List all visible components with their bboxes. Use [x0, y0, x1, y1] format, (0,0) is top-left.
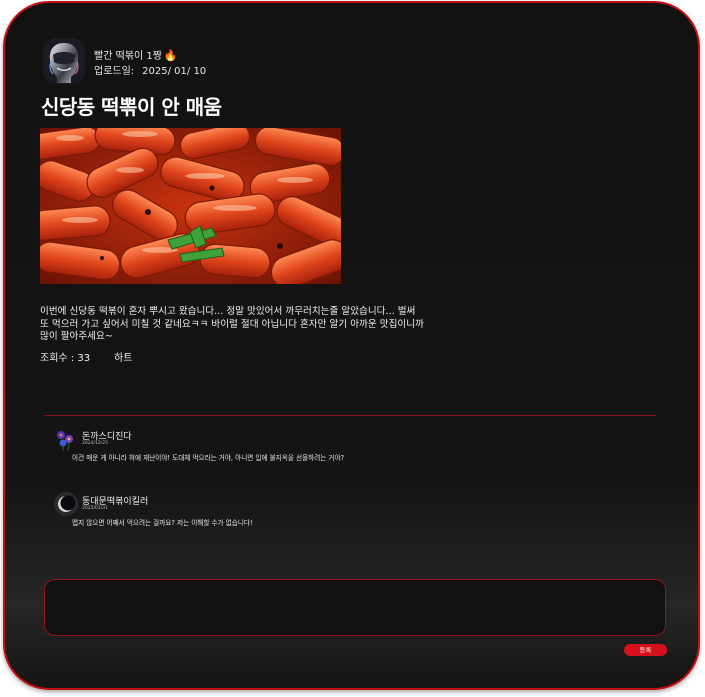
author-avatar[interactable] — [43, 38, 85, 84]
submit-button[interactable]: 등록 — [624, 644, 667, 656]
upload-date: 2025/ 01/ 10 — [142, 66, 207, 77]
comment-item: 동대문떡볶이킬러 2025/01/31 맵지 않으면 어째서 먹으려는 걸까요?… — [54, 492, 614, 532]
post-stats: 조회수 : 33 하트 — [40, 349, 132, 364]
comment-input[interactable] — [44, 579, 666, 636]
post-title: 신당동 떡뽂이 안 매움 — [41, 95, 222, 119]
comment-text: 이건 매운 게 아니라 혀에 재난이야! 도대체 먹으라는 거야, 아니면 입에… — [72, 454, 345, 462]
commenter-avatar[interactable] — [54, 427, 78, 451]
comment-item: 돈까스디진다 2024/12/25 이건 매운 게 아니라 혀에 재난이야! 도… — [54, 427, 614, 467]
chrome-head-icon — [43, 38, 85, 84]
post-body-line: 많이 팔아주세요~ — [40, 331, 113, 342]
author-name[interactable]: 빨간 떡볶이 1짱 🔥 — [94, 47, 178, 62]
upload-label: 업로드일: — [94, 66, 135, 77]
flower-icon — [54, 427, 78, 451]
tteokbokki-photo — [40, 128, 341, 284]
post-body-line: 이번에 신당동 떡볶이 혼자 뿌시고 왔습니다... 정말 맛있어서 까무러치는… — [40, 306, 416, 317]
fire-icon: 🔥 — [163, 49, 178, 62]
comments-divider — [44, 415, 656, 416]
comment-date: 2024/12/25 — [82, 441, 108, 446]
post-card: 빨간 떡볶이 1짱 🔥 업로드일: 2025/ 01/ 10 신당동 떡뽂이 안 매… — [3, 1, 700, 690]
comment-text: 맵지 않으면 어째서 먹으려는 걸까요? 저는 이해할 수가 없습니다! — [72, 519, 253, 527]
heart-button[interactable]: 하트 — [114, 353, 132, 364]
post-body-line: 또 먹으러 가고 싶어서 미칠 것 같네요ㅋㅋ 바이럴 절대 아닙니다 혼자만 … — [40, 318, 424, 330]
eclipse-icon — [54, 492, 78, 516]
post-body: 이번에 신당동 떡볶이 혼자 뿌시고 왔습니다... 정말 맛있어서 까무러치는… — [40, 306, 438, 344]
upload-date-row: 업로드일: 2025/ 01/ 10 — [94, 62, 206, 77]
view-count: 조회수 : 33 — [40, 353, 91, 364]
commenter-avatar[interactable] — [54, 492, 78, 516]
author-name-label: 빨간 떡볶이 1짱 — [94, 51, 162, 62]
comment-date: 2025/01/31 — [82, 506, 108, 511]
